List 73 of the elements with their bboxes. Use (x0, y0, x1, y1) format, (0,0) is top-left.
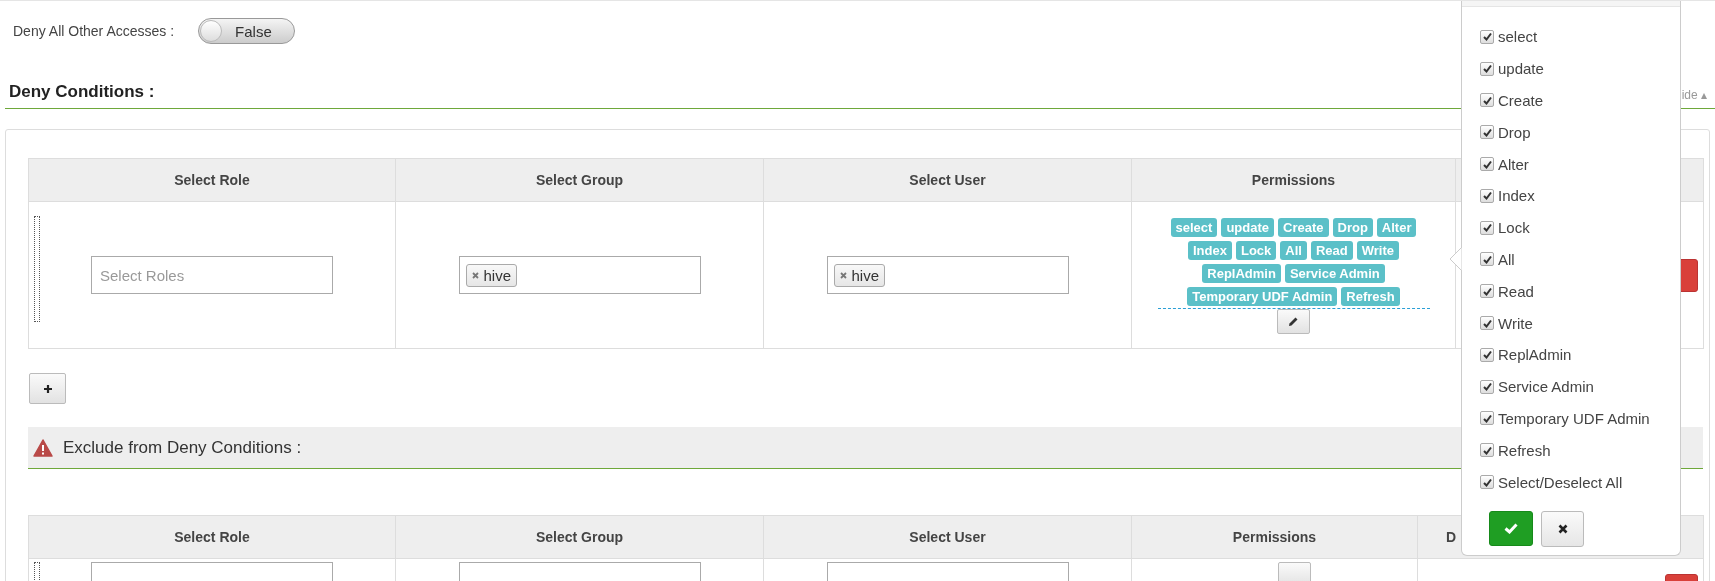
permission-tag: Index (1188, 241, 1232, 260)
permission-option[interactable]: Write (1480, 307, 1680, 339)
group-chip: hive (465, 263, 518, 287)
permission-tag: All (1280, 241, 1307, 260)
permission-tag: Refresh (1341, 287, 1400, 306)
permission-option[interactable]: Lock (1480, 211, 1680, 244)
permission-option[interactable]: Temporary UDF Admin (1480, 402, 1680, 435)
user-input-field[interactable]: hive (826, 256, 1069, 294)
permission-tag: Service Admin (1284, 264, 1385, 283)
permission-option[interactable]: Read (1480, 275, 1680, 308)
check-icon (1504, 522, 1518, 534)
field-label: Deny All Other Accesses : (13, 23, 175, 39)
section-title: Exclude from Deny Conditions : (63, 437, 302, 458)
remove-icon[interactable] (471, 271, 479, 279)
column-header: Select Group (396, 516, 764, 559)
add-button[interactable] (29, 373, 66, 404)
column-header: Select Group (396, 159, 764, 202)
permission-option[interactable]: select (1480, 21, 1680, 53)
close-icon (1557, 523, 1568, 534)
permission-tag: Write (1356, 241, 1399, 260)
checkbox[interactable] (1480, 379, 1494, 394)
warning-icon (33, 438, 53, 457)
checkbox[interactable] (1480, 284, 1494, 299)
plus-icon (42, 383, 53, 394)
permission-option[interactable]: update (1480, 52, 1680, 85)
column-header: Permissions (1132, 516, 1418, 559)
permission-tag: Read (1310, 241, 1353, 260)
column-header: Select Role (29, 159, 396, 202)
checkbox[interactable] (1480, 443, 1494, 458)
checkbox[interactable] (1480, 220, 1494, 235)
permission-tag: update (1221, 218, 1275, 237)
section-title: Deny Conditions : (9, 82, 155, 102)
permission-tag: ReplAdmin (1202, 264, 1281, 283)
permission-option[interactable]: Drop (1480, 116, 1680, 149)
checkbox[interactable] (1480, 347, 1494, 362)
permission-tag: Lock (1235, 241, 1277, 260)
permission-option[interactable]: ReplAdmin (1480, 338, 1680, 371)
permission-tag: Create (1278, 218, 1329, 237)
checkbox[interactable] (1480, 157, 1494, 172)
permission-option[interactable]: Alter (1480, 148, 1680, 180)
checkbox[interactable] (1480, 316, 1494, 331)
checkbox[interactable] (1480, 188, 1494, 203)
permission-tag: Alter (1376, 218, 1417, 237)
checkbox[interactable] (1480, 252, 1494, 267)
column-header: Select User (764, 159, 1132, 202)
permission-option[interactable]: All (1480, 243, 1680, 276)
column-header: Select User (764, 516, 1132, 559)
drag-handle[interactable] (34, 216, 40, 322)
confirm-button[interactable] (1489, 510, 1533, 546)
checkbox[interactable] (1480, 475, 1494, 490)
permission-tag: select (1170, 218, 1218, 237)
toggle-switch[interactable]: False (198, 18, 296, 44)
edit-button[interactable] (1277, 309, 1310, 334)
checkbox[interactable] (1480, 61, 1494, 76)
user-chip: hive (833, 263, 886, 287)
permission-option[interactable]: Create (1480, 84, 1680, 117)
cancel-button[interactable] (1541, 510, 1584, 547)
checkbox[interactable] (1480, 411, 1494, 426)
permission-option[interactable]: Select/Deselect All (1480, 466, 1680, 498)
pencil-icon (1288, 316, 1299, 327)
permission-tag: Temporary UDF Admin (1187, 287, 1338, 306)
remove-icon[interactable] (839, 271, 847, 279)
group-input-field[interactable]: hive (458, 256, 701, 294)
checkbox[interactable] (1480, 125, 1494, 140)
permission-option[interactable]: Service Admin (1480, 370, 1680, 403)
permission-option[interactable]: Index (1480, 180, 1680, 212)
role-input-field[interactable]: Select Roles (91, 256, 333, 294)
checkbox[interactable] (1480, 93, 1494, 108)
column-header: Select Role (29, 516, 396, 559)
permission-option[interactable]: Refresh (1480, 434, 1680, 467)
column-header: Permissions (1132, 159, 1456, 202)
checkbox[interactable] (1480, 29, 1494, 44)
permission-tag: Drop (1332, 218, 1373, 237)
